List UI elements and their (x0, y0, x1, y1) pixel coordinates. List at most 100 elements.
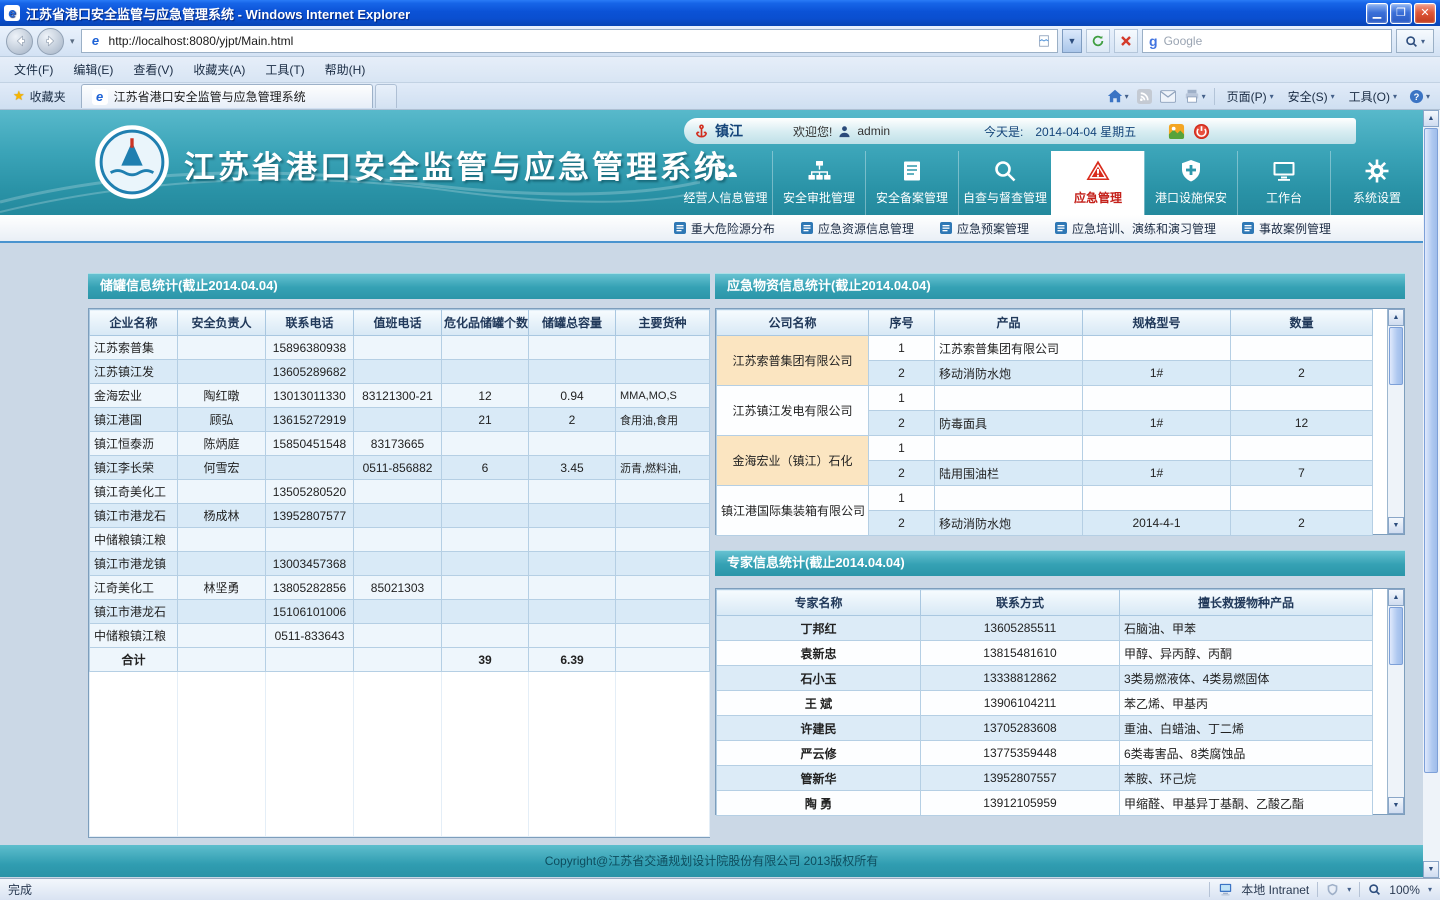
command-bar-button[interactable]: 安全(S) ▾ (1284, 86, 1339, 107)
command-bar-button[interactable]: 页面(P) ▾ (1223, 86, 1278, 107)
new-tab-button[interactable] (375, 84, 397, 108)
table-row: 中储粮镇江粮0511-833643 (90, 624, 710, 648)
picture-icon[interactable] (1168, 123, 1185, 140)
column-header: 公司名称 (717, 310, 869, 336)
nav-item-operator-info[interactable]: 经营人信息管理 (679, 151, 772, 215)
subnav-item-emergency-plans[interactable]: 应急预案管理 (940, 220, 1029, 237)
address-dropdown-button[interactable]: ▼ (1062, 29, 1082, 53)
page-footer: Copyright@江苏省交通规划设计院股份有限公司 2013版权所有 (0, 845, 1423, 877)
refresh-button[interactable] (1086, 29, 1110, 53)
zoom-magnifier-icon (1368, 883, 1381, 896)
cell: 1# (1083, 411, 1231, 436)
cell: 江苏索普集 (90, 336, 178, 360)
cell: 1 (869, 336, 935, 361)
scroll-down-button[interactable]: ▼ (1388, 517, 1404, 534)
cell (178, 600, 266, 624)
cell: 2 (869, 461, 935, 486)
menu-item[interactable]: 收藏夹(A) (183, 58, 255, 81)
subnav-item-emergency-training[interactable]: 应急培训、演练和演习管理 (1055, 220, 1216, 237)
command-bar-button[interactable]: 工具(O) ▾ (1345, 86, 1401, 107)
cell: 镇江李长荣 (90, 456, 178, 480)
nav-item-self-inspection[interactable]: 自查与督查管理 (958, 151, 1051, 215)
scroll-thumb[interactable] (1389, 607, 1403, 665)
forward-button[interactable] (37, 28, 64, 55)
cell (616, 600, 710, 624)
cell: 2 (869, 411, 935, 436)
table-row: 江奇美化工林坚勇1380528285685021303 (90, 576, 710, 600)
restore-button[interactable]: ❐ (1390, 3, 1412, 24)
orgchart-icon (806, 157, 832, 185)
print-button[interactable]: ▾ (1184, 88, 1206, 104)
home-button[interactable]: ▾ (1107, 88, 1129, 104)
cell: 金海宏业 (90, 384, 178, 408)
cell: 镇江市港龙石 (90, 504, 178, 528)
menu-item[interactable]: 编辑(E) (63, 58, 123, 81)
experts-panel: 专家信息统计(截止2014.04.04) 专家名称联系方式擅长救援物种产品丁邦红… (715, 550, 1405, 815)
cell (529, 528, 616, 552)
subnav-item-hazard-distribution[interactable]: 重大危险源分布 (674, 220, 775, 237)
menu-item[interactable]: 工具(T) (255, 58, 314, 81)
cell (178, 552, 266, 576)
cell (529, 552, 616, 576)
nav-item-port-security[interactable]: 港口设施保安 (1144, 151, 1237, 215)
cell (354, 360, 442, 384)
menu-item[interactable]: 帮助(H) (315, 58, 376, 81)
column-header: 危化品储罐个数 (442, 310, 529, 336)
table-row: 镇江港国顾弘13615272919212食用油,食用 (90, 408, 710, 432)
stop-button[interactable] (1114, 29, 1138, 53)
search-input[interactable]: g Google (1142, 29, 1392, 53)
subnav-item-accident-cases[interactable]: 事故案例管理 (1242, 220, 1331, 237)
history-dropdown[interactable]: ▾ (68, 36, 77, 47)
menu-item[interactable]: 查看(V) (123, 58, 183, 81)
scroll-down-button[interactable]: ▼ (1388, 797, 1404, 814)
help-button[interactable]: ?▾ (1409, 89, 1430, 104)
minimize-button[interactable]: ▁ (1366, 3, 1388, 24)
zoom-level[interactable]: 100% (1389, 883, 1420, 897)
menu-item[interactable]: 文件(F) (4, 58, 63, 81)
cell: 2014-4-1 (1083, 511, 1231, 536)
cell: 15106101006 (266, 600, 354, 624)
active-tab[interactable]: e 江苏省港口安全监管与应急管理系统 (81, 84, 373, 108)
logout-button[interactable] (1193, 123, 1210, 140)
cell: 江苏镇江发 (90, 360, 178, 384)
scroll-down-button[interactable]: ▼ (1423, 861, 1439, 878)
cell: 83173665 (354, 432, 442, 456)
subnav-item-emergency-resources[interactable]: 应急资源信息管理 (801, 220, 914, 237)
cell: 何雪宏 (178, 456, 266, 480)
cell: 沥青,燃料油, (616, 456, 710, 480)
back-button[interactable] (6, 28, 33, 55)
cell: 0511-856882 (354, 456, 442, 480)
column-header: 专家名称 (717, 590, 921, 616)
nav-item-safety-approval[interactable]: 安全审批管理 (772, 151, 865, 215)
favorites-button[interactable]: ★ 收藏夹 (4, 84, 75, 109)
cell (1231, 386, 1373, 411)
cell (442, 552, 529, 576)
cell: 石脑油、甲苯 (1120, 616, 1373, 641)
protected-mode-dropdown[interactable]: ▾ (1347, 885, 1351, 894)
scroll-thumb[interactable] (1424, 128, 1438, 773)
scroll-up-button[interactable]: ▲ (1423, 110, 1439, 127)
scroll-up-button[interactable]: ▲ (1388, 309, 1404, 326)
close-button[interactable]: ✕ (1414, 3, 1436, 24)
scroll-thumb[interactable] (1389, 327, 1403, 385)
nav-item-emergency[interactable]: 应急管理 (1051, 151, 1144, 215)
search-button[interactable]: ▾ (1396, 29, 1434, 53)
cell: 陶 勇 (717, 791, 921, 816)
scroll-up-button[interactable]: ▲ (1388, 589, 1404, 606)
nav-item-safety-record[interactable]: 安全备案管理 (865, 151, 958, 215)
compatibility-view-icon[interactable] (1037, 34, 1051, 48)
zoom-dropdown[interactable]: ▾ (1428, 885, 1432, 894)
cell (354, 480, 442, 504)
cell: MMA,MO,S (616, 384, 710, 408)
column-header: 数量 (1231, 310, 1373, 336)
protected-mode-icon[interactable] (1326, 883, 1339, 896)
nav-item-system-settings[interactable]: 系统设置 (1330, 151, 1423, 215)
nav-item-workbench[interactable]: 工作台 (1237, 151, 1330, 215)
cell (529, 576, 616, 600)
cell: 移动消防水炮 (935, 511, 1083, 536)
mail-icon[interactable] (1160, 90, 1176, 103)
feeds-icon[interactable] (1137, 89, 1152, 104)
cell (935, 436, 1083, 461)
address-field[interactable]: e http://localhost:8080/yjpt/Main.html (81, 29, 1058, 53)
column-header: 主要货种 (616, 310, 710, 336)
